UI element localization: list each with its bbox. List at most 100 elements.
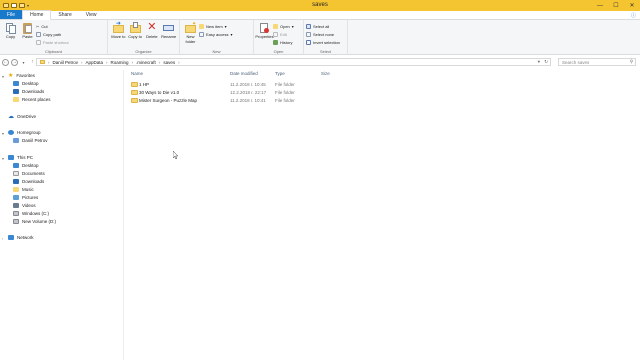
paste-shortcut-button[interactable]: Paste shortcut xyxy=(36,39,69,46)
nav-pc-pictures[interactable]: Pictures xyxy=(13,194,38,201)
downloads-icon xyxy=(13,89,19,94)
nav-favorites-recent-places[interactable]: Recent places xyxy=(13,96,51,103)
edit-label: Edit xyxy=(280,32,287,37)
expand-caret-icon[interactable]: ▾ xyxy=(2,156,4,161)
pictures-icon xyxy=(13,195,19,200)
expand-caret-icon[interactable]: ▾ xyxy=(2,74,4,79)
nav-onedrive-label: OneDrive xyxy=(17,114,37,119)
back-button[interactable]: ← xyxy=(2,58,9,66)
select-all-button[interactable]: Select all xyxy=(306,23,340,30)
cut-label: Cut xyxy=(41,24,48,29)
history-label: History xyxy=(280,40,293,45)
easy-access-button[interactable]: Easy access ▾ xyxy=(199,31,232,38)
nav-favorites[interactable]: ★ Favorites xyxy=(8,72,35,79)
select-none-button[interactable]: Select none xyxy=(306,31,340,38)
nav-network[interactable]: Network xyxy=(8,234,34,241)
nav-this-pc-label: This PC xyxy=(17,155,34,160)
expand-caret-icon[interactable]: ▾ xyxy=(2,131,4,136)
copy-path-label: Copy path xyxy=(43,32,62,37)
breadcrumb-minecraft[interactable]: .minecraft xyxy=(136,60,156,65)
refresh-icon[interactable]: ↻ xyxy=(544,59,548,65)
move-to-icon: ➜ xyxy=(112,21,124,34)
organize-group-label: Organize xyxy=(135,49,152,54)
invert-selection-button[interactable]: Invert selection xyxy=(306,39,340,46)
nav-pc-music[interactable]: Music xyxy=(13,186,34,193)
new-item-icon xyxy=(199,24,204,29)
address-dropdown-icon[interactable]: ▾ xyxy=(538,59,540,65)
breadcrumb-appdata[interactable]: AppData xyxy=(86,60,104,65)
paste-icon xyxy=(22,22,33,34)
nav-pc-windows-c[interactable]: Windows (C:) xyxy=(13,210,49,217)
nav-network-label: Network xyxy=(17,235,34,240)
new-item-button[interactable]: New item ▾ xyxy=(199,23,232,30)
address-bar[interactable]: › Daniil Petrov › AppData › Roaming › .m… xyxy=(36,58,551,66)
nav-this-pc[interactable]: This PC xyxy=(8,154,33,161)
cut-button[interactable]: ✂ Cut xyxy=(36,23,69,30)
breadcrumb-separator: › xyxy=(48,59,50,65)
user-icon xyxy=(13,138,19,143)
tab-view[interactable]: View xyxy=(79,10,104,19)
maximize-button[interactable]: ☐ xyxy=(608,0,624,11)
breadcrumb-separator: › xyxy=(158,59,161,65)
table-row[interactable]: Mister Surgeon - Puzzle Map 11.2.2018 г.… xyxy=(129,97,429,105)
edit-icon xyxy=(273,32,278,37)
file-type: File folder xyxy=(275,82,295,87)
tab-file[interactable]: File xyxy=(0,10,23,19)
expand-caret-icon[interactable]: › xyxy=(2,236,3,241)
recent-places-icon xyxy=(13,97,19,102)
history-button[interactable]: History xyxy=(273,39,294,46)
breadcrumb-saves[interactable]: saves xyxy=(163,60,175,65)
breadcrumb-daniil-petrov[interactable]: Daniil Petrov xyxy=(53,60,79,65)
open-button[interactable]: Open ▾ xyxy=(273,23,294,30)
column-name[interactable]: Name xyxy=(131,71,143,76)
column-date-modified[interactable]: Date modified xyxy=(230,71,258,76)
help-icon[interactable]: ⓘ xyxy=(631,12,636,19)
up-button[interactable]: ↑ xyxy=(29,59,36,66)
tab-home[interactable]: Home xyxy=(22,10,52,20)
nav-onedrive[interactable]: ☁ OneDrive xyxy=(8,113,36,120)
copy-to-label: Copy to xyxy=(128,34,143,39)
breadcrumb-roaming[interactable]: Roaming xyxy=(111,60,129,65)
paste-shortcut-icon xyxy=(36,40,41,45)
copy-path-button[interactable]: Copy path xyxy=(36,31,69,38)
nav-homegroup[interactable]: Homegroup xyxy=(8,129,41,136)
close-button[interactable]: ✕ xyxy=(624,0,640,11)
nav-favorites-downloads[interactable]: Downloads xyxy=(13,88,44,95)
tab-share[interactable]: Share xyxy=(51,10,78,19)
clipboard-group-label: Clipboard xyxy=(44,49,63,54)
properties-icon xyxy=(259,22,270,34)
edit-button[interactable]: Edit xyxy=(273,31,294,38)
select-group-label: Select xyxy=(319,49,332,54)
drive-icon xyxy=(13,219,19,224)
recent-locations-icon[interactable]: ▾ xyxy=(20,59,27,66)
select-none-label: Select none xyxy=(313,32,335,37)
desktop-icon xyxy=(13,81,19,86)
clipboard-group: Copy Paste ✂ Cut Copy path Paste shortcut… xyxy=(0,20,108,55)
column-type[interactable]: Type xyxy=(275,71,285,76)
column-size[interactable]: Size xyxy=(321,71,330,76)
nav-pc-videos[interactable]: Videos xyxy=(13,202,36,209)
star-icon: ★ xyxy=(8,73,14,79)
window-title: saves xyxy=(312,2,328,8)
nav-homegroup-user[interactable]: Daniil Petrov xyxy=(13,137,48,144)
table-row[interactable]: 1 HP 11.2.2018 г. 10:45 File folder xyxy=(129,81,429,89)
breadcrumb-separator: › xyxy=(178,59,180,65)
nav-pc-downloads[interactable]: Downloads xyxy=(13,178,44,185)
table-row[interactable]: 30 Ways to Die v1.0 12.2.2018 г. 22:17 F… xyxy=(129,89,429,97)
folder-icon xyxy=(40,60,45,64)
breadcrumb-separator: › xyxy=(131,59,134,65)
nav-favorites-desktop[interactable]: Desktop xyxy=(13,80,39,87)
delete-label: Delete xyxy=(146,34,158,39)
nav-pc-desktop[interactable]: Desktop xyxy=(13,162,39,169)
forward-button[interactable]: → xyxy=(11,58,18,66)
file-date: 11.2.2018 г. 10:45 xyxy=(230,82,266,87)
nav-pc-new-volume-d[interactable]: New Volume (D:) xyxy=(13,218,56,225)
search-input[interactable]: Search saves ⚲ xyxy=(558,58,636,66)
nav-pc-documents[interactable]: Documents xyxy=(13,170,45,177)
new-group: ✦ New folder New item ▾ Easy access ▾ New xyxy=(180,20,254,55)
minimize-button[interactable]: — xyxy=(592,0,608,11)
drive-icon xyxy=(13,211,19,216)
breadcrumb-separator: › xyxy=(81,59,83,65)
music-icon xyxy=(13,187,19,192)
ribbon-tabs: File Home Share View ⓘ xyxy=(0,10,640,20)
